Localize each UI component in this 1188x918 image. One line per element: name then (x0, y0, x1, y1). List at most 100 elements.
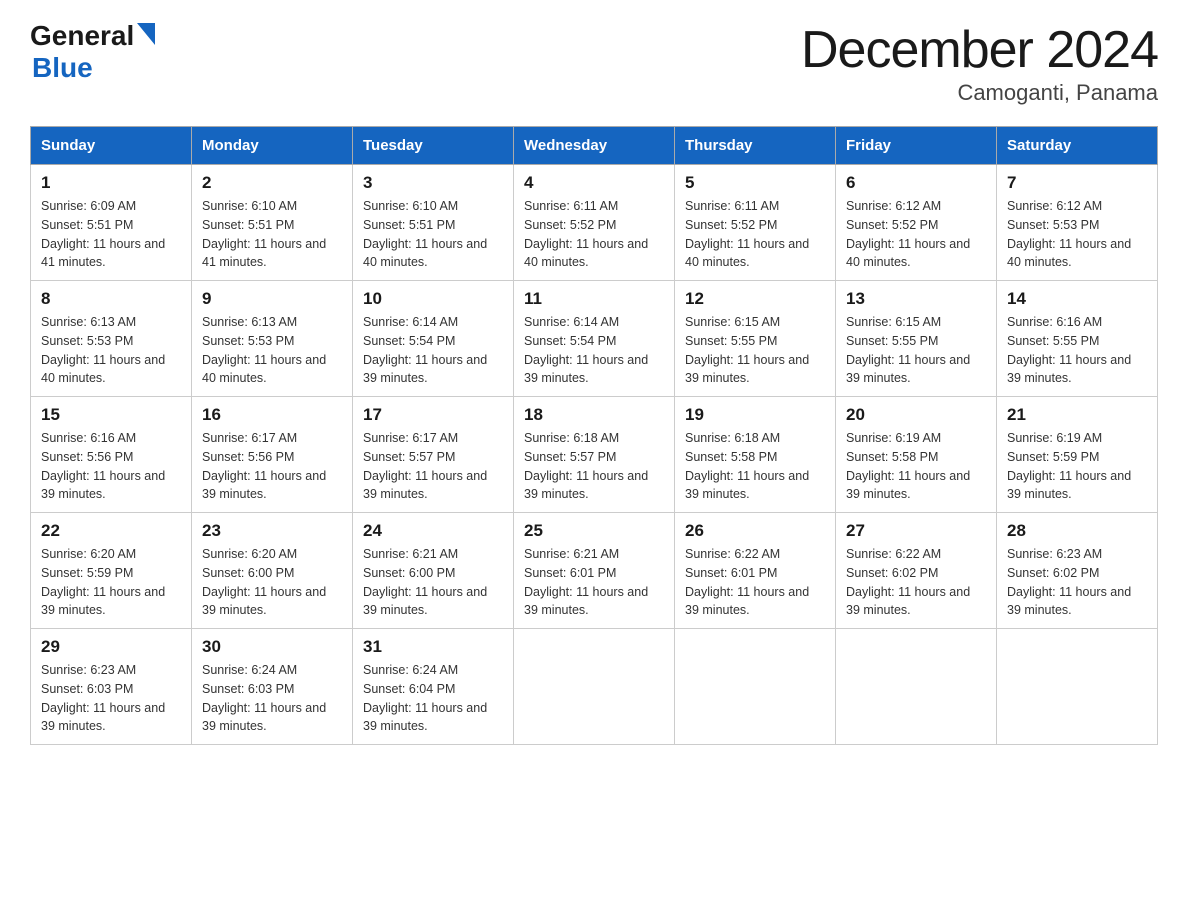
day-info: Sunrise: 6:13 AM Sunset: 5:53 PM Dayligh… (41, 313, 181, 388)
week-row-2: 8 Sunrise: 6:13 AM Sunset: 5:53 PM Dayli… (31, 281, 1158, 397)
table-row: 5 Sunrise: 6:11 AM Sunset: 5:52 PM Dayli… (675, 165, 836, 281)
table-row: 26 Sunrise: 6:22 AM Sunset: 6:01 PM Dayl… (675, 513, 836, 629)
day-number: 16 (202, 405, 342, 425)
table-row: 31 Sunrise: 6:24 AM Sunset: 6:04 PM Dayl… (353, 629, 514, 745)
table-row: 4 Sunrise: 6:11 AM Sunset: 5:52 PM Dayli… (514, 165, 675, 281)
table-row (836, 629, 997, 745)
title-section: December 2024 Camoganti, Panama (801, 20, 1158, 106)
table-row: 2 Sunrise: 6:10 AM Sunset: 5:51 PM Dayli… (192, 165, 353, 281)
day-info: Sunrise: 6:19 AM Sunset: 5:59 PM Dayligh… (1007, 429, 1147, 504)
day-number: 12 (685, 289, 825, 309)
day-info: Sunrise: 6:23 AM Sunset: 6:03 PM Dayligh… (41, 661, 181, 736)
day-number: 13 (846, 289, 986, 309)
day-number: 26 (685, 521, 825, 541)
table-row: 1 Sunrise: 6:09 AM Sunset: 5:51 PM Dayli… (31, 165, 192, 281)
logo-general-text: General (30, 20, 134, 52)
day-number: 6 (846, 173, 986, 193)
day-info: Sunrise: 6:23 AM Sunset: 6:02 PM Dayligh… (1007, 545, 1147, 620)
day-number: 5 (685, 173, 825, 193)
day-number: 14 (1007, 289, 1147, 309)
logo-blue-text: Blue (32, 52, 93, 84)
table-row: 15 Sunrise: 6:16 AM Sunset: 5:56 PM Dayl… (31, 397, 192, 513)
day-info: Sunrise: 6:22 AM Sunset: 6:02 PM Dayligh… (846, 545, 986, 620)
header-sunday: Sunday (31, 127, 192, 165)
logo-triangle-icon (137, 23, 155, 45)
page-subtitle: Camoganti, Panama (801, 80, 1158, 106)
day-number: 17 (363, 405, 503, 425)
day-info: Sunrise: 6:20 AM Sunset: 6:00 PM Dayligh… (202, 545, 342, 620)
day-number: 25 (524, 521, 664, 541)
table-row (514, 629, 675, 745)
day-info: Sunrise: 6:14 AM Sunset: 5:54 PM Dayligh… (524, 313, 664, 388)
table-row: 12 Sunrise: 6:15 AM Sunset: 5:55 PM Dayl… (675, 281, 836, 397)
header-thursday: Thursday (675, 127, 836, 165)
header-tuesday: Tuesday (353, 127, 514, 165)
table-row: 6 Sunrise: 6:12 AM Sunset: 5:52 PM Dayli… (836, 165, 997, 281)
day-info: Sunrise: 6:17 AM Sunset: 5:56 PM Dayligh… (202, 429, 342, 504)
day-number: 10 (363, 289, 503, 309)
day-number: 1 (41, 173, 181, 193)
table-row: 24 Sunrise: 6:21 AM Sunset: 6:00 PM Dayl… (353, 513, 514, 629)
week-row-4: 22 Sunrise: 6:20 AM Sunset: 5:59 PM Dayl… (31, 513, 1158, 629)
table-row: 27 Sunrise: 6:22 AM Sunset: 6:02 PM Dayl… (836, 513, 997, 629)
table-row: 16 Sunrise: 6:17 AM Sunset: 5:56 PM Dayl… (192, 397, 353, 513)
day-number: 4 (524, 173, 664, 193)
table-row: 17 Sunrise: 6:17 AM Sunset: 5:57 PM Dayl… (353, 397, 514, 513)
table-row: 29 Sunrise: 6:23 AM Sunset: 6:03 PM Dayl… (31, 629, 192, 745)
day-number: 20 (846, 405, 986, 425)
day-info: Sunrise: 6:15 AM Sunset: 5:55 PM Dayligh… (685, 313, 825, 388)
calendar-table: Sunday Monday Tuesday Wednesday Thursday… (30, 126, 1158, 745)
day-info: Sunrise: 6:14 AM Sunset: 5:54 PM Dayligh… (363, 313, 503, 388)
table-row: 7 Sunrise: 6:12 AM Sunset: 5:53 PM Dayli… (997, 165, 1158, 281)
table-row: 13 Sunrise: 6:15 AM Sunset: 5:55 PM Dayl… (836, 281, 997, 397)
calendar-header-row: Sunday Monday Tuesday Wednesday Thursday… (31, 127, 1158, 165)
day-info: Sunrise: 6:13 AM Sunset: 5:53 PM Dayligh… (202, 313, 342, 388)
day-info: Sunrise: 6:16 AM Sunset: 5:56 PM Dayligh… (41, 429, 181, 504)
day-number: 2 (202, 173, 342, 193)
day-number: 18 (524, 405, 664, 425)
table-row: 9 Sunrise: 6:13 AM Sunset: 5:53 PM Dayli… (192, 281, 353, 397)
day-info: Sunrise: 6:19 AM Sunset: 5:58 PM Dayligh… (846, 429, 986, 504)
table-row (997, 629, 1158, 745)
day-number: 28 (1007, 521, 1147, 541)
week-row-1: 1 Sunrise: 6:09 AM Sunset: 5:51 PM Dayli… (31, 165, 1158, 281)
day-info: Sunrise: 6:20 AM Sunset: 5:59 PM Dayligh… (41, 545, 181, 620)
day-info: Sunrise: 6:15 AM Sunset: 5:55 PM Dayligh… (846, 313, 986, 388)
day-number: 9 (202, 289, 342, 309)
table-row: 19 Sunrise: 6:18 AM Sunset: 5:58 PM Dayl… (675, 397, 836, 513)
day-number: 21 (1007, 405, 1147, 425)
day-number: 27 (846, 521, 986, 541)
day-info: Sunrise: 6:12 AM Sunset: 5:53 PM Dayligh… (1007, 197, 1147, 272)
table-row: 10 Sunrise: 6:14 AM Sunset: 5:54 PM Dayl… (353, 281, 514, 397)
day-number: 31 (363, 637, 503, 657)
day-number: 8 (41, 289, 181, 309)
day-number: 30 (202, 637, 342, 657)
day-number: 23 (202, 521, 342, 541)
day-info: Sunrise: 6:09 AM Sunset: 5:51 PM Dayligh… (41, 197, 181, 272)
table-row: 23 Sunrise: 6:20 AM Sunset: 6:00 PM Dayl… (192, 513, 353, 629)
table-row: 3 Sunrise: 6:10 AM Sunset: 5:51 PM Dayli… (353, 165, 514, 281)
table-row: 21 Sunrise: 6:19 AM Sunset: 5:59 PM Dayl… (997, 397, 1158, 513)
day-number: 19 (685, 405, 825, 425)
table-row: 14 Sunrise: 6:16 AM Sunset: 5:55 PM Dayl… (997, 281, 1158, 397)
day-info: Sunrise: 6:11 AM Sunset: 5:52 PM Dayligh… (685, 197, 825, 272)
day-number: 7 (1007, 173, 1147, 193)
table-row: 25 Sunrise: 6:21 AM Sunset: 6:01 PM Dayl… (514, 513, 675, 629)
day-info: Sunrise: 6:18 AM Sunset: 5:58 PM Dayligh… (685, 429, 825, 504)
week-row-3: 15 Sunrise: 6:16 AM Sunset: 5:56 PM Dayl… (31, 397, 1158, 513)
table-row: 22 Sunrise: 6:20 AM Sunset: 5:59 PM Dayl… (31, 513, 192, 629)
day-info: Sunrise: 6:21 AM Sunset: 6:00 PM Dayligh… (363, 545, 503, 620)
logo: General Blue (30, 20, 155, 84)
day-info: Sunrise: 6:24 AM Sunset: 6:04 PM Dayligh… (363, 661, 503, 736)
day-info: Sunrise: 6:11 AM Sunset: 5:52 PM Dayligh… (524, 197, 664, 272)
table-row: 30 Sunrise: 6:24 AM Sunset: 6:03 PM Dayl… (192, 629, 353, 745)
table-row: 20 Sunrise: 6:19 AM Sunset: 5:58 PM Dayl… (836, 397, 997, 513)
day-info: Sunrise: 6:22 AM Sunset: 6:01 PM Dayligh… (685, 545, 825, 620)
header-friday: Friday (836, 127, 997, 165)
day-number: 22 (41, 521, 181, 541)
day-number: 29 (41, 637, 181, 657)
day-number: 24 (363, 521, 503, 541)
table-row: 28 Sunrise: 6:23 AM Sunset: 6:02 PM Dayl… (997, 513, 1158, 629)
day-number: 11 (524, 289, 664, 309)
day-info: Sunrise: 6:24 AM Sunset: 6:03 PM Dayligh… (202, 661, 342, 736)
